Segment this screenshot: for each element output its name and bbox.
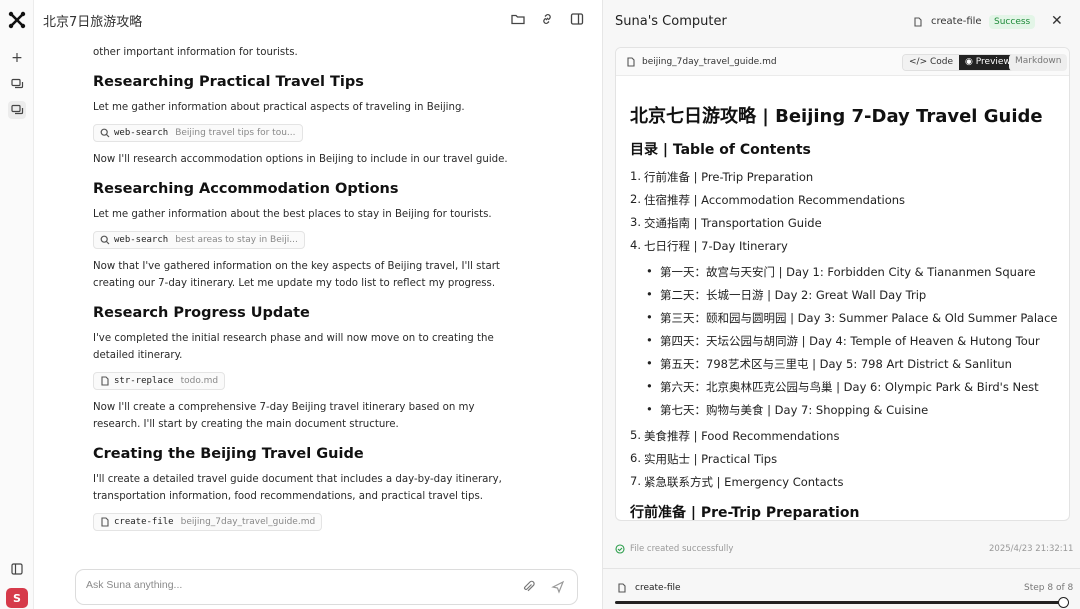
attach-icon[interactable] — [522, 580, 536, 594]
file-icon — [101, 517, 109, 527]
page-title: 北京7日旅游攻略 — [43, 15, 143, 30]
toc-item: 交通指南 | Transportation Guide — [644, 216, 822, 230]
message-text: Let me gather information about practica… — [93, 102, 465, 113]
new-chat-icon[interactable]: + — [8, 49, 26, 67]
file-icon — [914, 16, 922, 27]
code-label: Code — [930, 57, 954, 67]
app-logo-icon[interactable] — [7, 10, 27, 30]
tool-arg: Beijing travel tips for tou... — [175, 128, 296, 138]
toc-item: 实用贴士 | Practical Tips — [644, 452, 778, 466]
avatar[interactable]: S — [6, 588, 28, 608]
section-heading: Researching Accommodation Options — [93, 181, 399, 197]
toc-number: 3. — [630, 215, 641, 229]
message-text: I've completed the initial research phas… — [93, 333, 494, 361]
message-text: Now I'll research accommodation options … — [93, 154, 508, 165]
section-heading: Research Progress Update — [93, 305, 310, 321]
day-item: 第六天：北京奥林匹克公园与鸟巢 | Day 6: Olympic Park & … — [646, 379, 1039, 395]
slider-handle[interactable] — [1058, 597, 1069, 608]
day-item: 第五天：798艺术区与三里屯 | Day 5: 798 Art District… — [646, 356, 1012, 372]
toc-item: 美食推荐 | Food Recommendations — [644, 429, 840, 443]
message-text: I'll create a detailed travel guide docu… — [93, 474, 502, 502]
toc-number: 2. — [630, 192, 641, 206]
tool-call-create-file[interactable]: create-file beijing_7day_travel_guide.md — [93, 513, 323, 531]
section-heading: Creating the Beijing Travel Guide — [93, 446, 364, 462]
file-status: File created successfully — [615, 544, 733, 554]
panel-tool: create-file — [913, 16, 982, 27]
step-tool-label: create-file — [635, 583, 681, 593]
folder-icon[interactable] — [510, 11, 526, 27]
active-chat-icon[interactable] — [8, 101, 26, 119]
toc-number: 4. — [630, 238, 641, 252]
toc-item: 七日行程 | 7-Day Itinerary — [644, 239, 788, 253]
check-circle-icon — [615, 544, 625, 554]
timestamp: 2025/4/23 21:32:11 — [989, 544, 1074, 554]
chat-history-icon[interactable] — [8, 75, 26, 93]
divider — [603, 568, 1080, 569]
code-icon: </> — [909, 57, 928, 67]
step-counter: Step 8 of 8 — [1024, 583, 1074, 593]
panel-title: Suna's Computer — [615, 14, 727, 29]
message-text: Now I'll create a comprehensive 7-day Be… — [93, 402, 475, 430]
file-icon — [101, 376, 109, 386]
step-slider[interactable] — [615, 597, 1069, 608]
chat-input-box — [75, 569, 578, 605]
status-badge: Success — [989, 15, 1036, 29]
tool-name: str-replace — [114, 376, 174, 386]
tool-call-web-search[interactable]: web-search Beijing travel tips for tou..… — [93, 124, 303, 142]
toc-item: 行前准备 | Pre-Trip Preparation — [644, 170, 814, 184]
day-item: 第三天：颐和园与圆明园 | Day 3: Summer Palace & Old… — [646, 310, 1057, 326]
message-text: Now that I've gathered information on th… — [93, 261, 500, 289]
message-text: Let me gather information about the best… — [93, 209, 492, 220]
panel-toggle-icon[interactable] — [569, 11, 585, 27]
file-name: beijing_7day_travel_guide.md — [626, 57, 777, 67]
toc-item: 住宿推荐 | Accommodation Recommendations — [644, 193, 906, 207]
code-view-button[interactable]: </> Code — [903, 55, 960, 70]
send-icon[interactable] — [551, 580, 565, 594]
file-viewer-header: beijing_7day_travel_guide.md </> Code ◉ … — [616, 48, 1069, 76]
tool-name: web-search — [114, 235, 169, 245]
search-icon — [100, 235, 110, 245]
computer-panel: Suna's Computer create-file Success ✕ be… — [602, 0, 1080, 609]
tool-call-str-replace[interactable]: str-replace todo.md — [93, 372, 226, 390]
tool-call-web-search[interactable]: web-search best areas to stay in Beiji..… — [93, 231, 305, 249]
view-toggle: </> Code ◉ Preview — [902, 54, 1018, 71]
tool-name: create-file — [114, 517, 174, 527]
preview-label: Preview — [975, 57, 1011, 67]
toc-number: 7. — [630, 474, 641, 488]
search-icon — [100, 128, 110, 138]
tool-arg: beijing_7day_travel_guide.md — [180, 517, 316, 527]
doc-title: 北京七日游攻略 | Beijing 7-Day Travel Guide — [630, 106, 1043, 127]
tool-arg: best areas to stay in Beiji... — [175, 235, 298, 245]
markdown-button[interactable]: Markdown — [1009, 54, 1068, 71]
section-heading: 行前准备 | Pre-Trip Preparation — [630, 505, 860, 521]
link-icon[interactable] — [539, 11, 555, 27]
toc-heading: 目录 | Table of Contents — [630, 142, 811, 158]
chat-input[interactable] — [86, 579, 486, 591]
file-icon — [618, 583, 626, 593]
toc-number: 5. — [630, 428, 641, 442]
tool-name: web-search — [114, 128, 169, 138]
file-status-label: File created successfully — [630, 544, 734, 554]
section-heading: Researching Practical Travel Tips — [93, 74, 364, 90]
eye-icon: ◉ — [965, 57, 973, 67]
panel-tool-name: create-file — [931, 16, 982, 27]
tool-arg: todo.md — [180, 376, 219, 386]
toc-number: 6. — [630, 451, 641, 465]
day-item: 第七天：购物与美食 | Day 7: Shopping & Cuisine — [646, 402, 928, 418]
message-text: other important information for tourists… — [93, 47, 298, 58]
day-item: 第二天：长城一日游 | Day 2: Great Wall Day Trip — [646, 287, 926, 303]
sidebar-toggle-icon[interactable] — [8, 560, 26, 578]
left-rail: + S — [0, 0, 34, 609]
file-name-label: beijing_7day_travel_guide.md — [642, 57, 777, 67]
day-item: 第四天：天坛公园与胡同游 | Day 4: Temple of Heaven &… — [646, 333, 1040, 349]
toc-item: 紧急联系方式 | Emergency Contacts — [644, 475, 844, 489]
chat-header: 北京7日旅游攻略 — [34, 0, 602, 38]
file-viewer: beijing_7day_travel_guide.md </> Code ◉ … — [615, 47, 1070, 521]
chat-thread: other important information for tourists… — [93, 38, 513, 568]
step-tool: create-file — [617, 583, 681, 593]
file-icon — [627, 57, 635, 67]
day-item: 第一天：故宫与天安门 | Day 1: Forbidden City & Tia… — [646, 264, 1036, 280]
close-icon[interactable]: ✕ — [1051, 13, 1063, 29]
toc-number: 1. — [630, 169, 641, 183]
